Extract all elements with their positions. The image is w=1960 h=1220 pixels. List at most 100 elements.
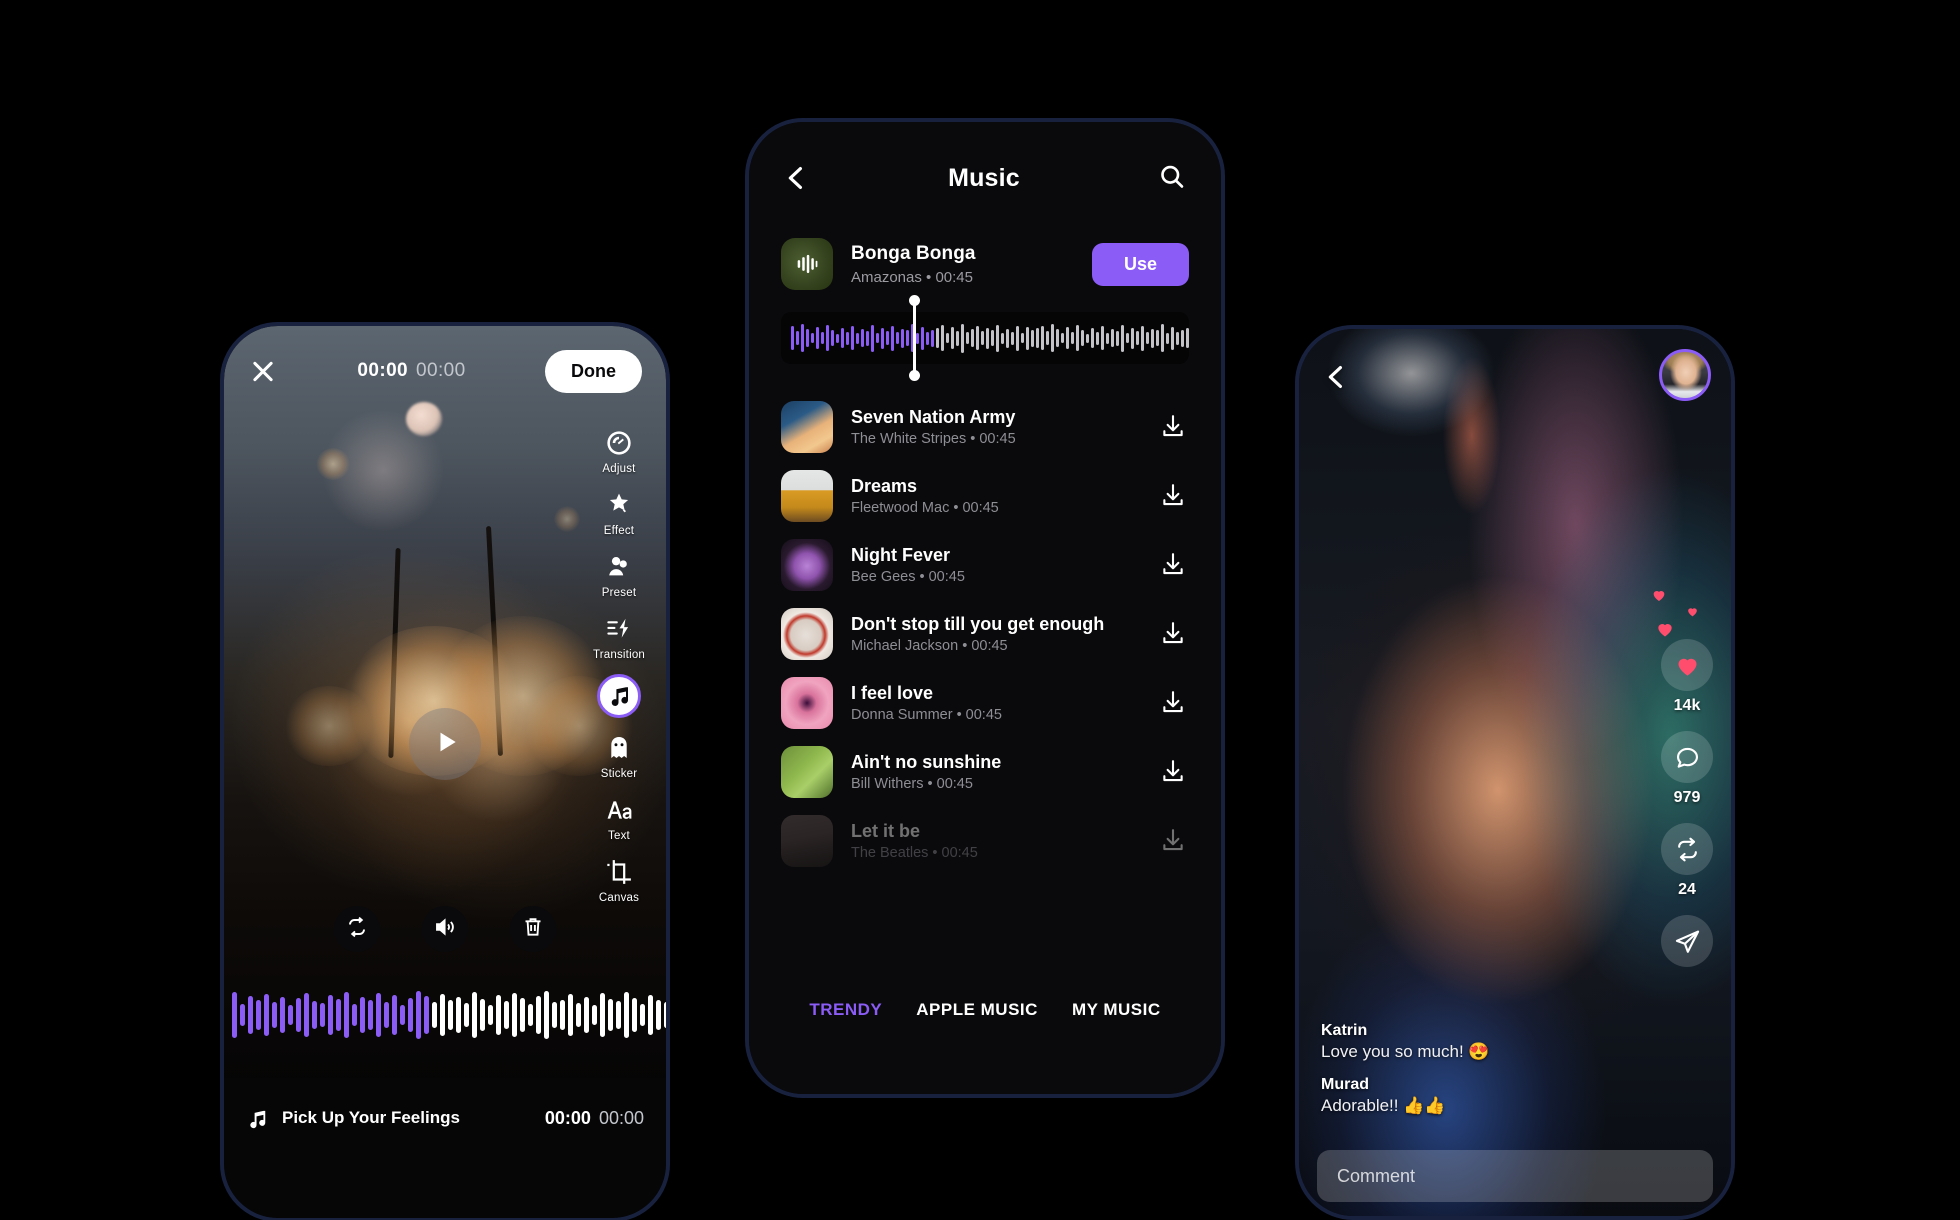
download-icon[interactable] <box>1159 481 1189 511</box>
album-art <box>781 814 833 867</box>
tool-transition[interactable]: Transition <box>593 612 645 661</box>
trim-waveform-bar <box>886 331 889 345</box>
trim-waveform-bar <box>1076 325 1079 351</box>
trim-waveform-bar <box>971 329 974 347</box>
download-icon[interactable] <box>1159 826 1189 856</box>
waveform-bar <box>424 996 429 1034</box>
repost-loop-icon <box>1661 823 1713 875</box>
tab-apple-music[interactable]: APPLE MUSIC <box>916 1000 1038 1020</box>
song-meta: Night Fever Bee Gees • 00:45 <box>851 545 1141 585</box>
play-icon <box>430 729 460 760</box>
audio-waveform-strip[interactable] <box>224 976 666 1054</box>
song-meta: Dreams Fleetwood Mac • 00:45 <box>851 476 1141 516</box>
repost-button[interactable]: 24 <box>1661 823 1713 899</box>
transition-lightning-icon <box>602 612 636 646</box>
trim-waveform-bar <box>946 333 949 343</box>
use-button[interactable]: Use <box>1091 242 1189 286</box>
song-row[interactable]: Seven Nation Army The White Stripes • 00:… <box>781 392 1189 461</box>
ghost-sticker-icon <box>602 731 636 765</box>
song-subtitle: Bill Withers • 00:45 <box>851 775 973 792</box>
tool-canvas[interactable]: Canvas <box>599 855 639 904</box>
song-row[interactable]: Dreams Fleetwood Mac • 00:45 <box>781 461 1189 530</box>
screenshot-stage: 00:00 00:00 Done Adjust Effect Preset Tr… <box>0 0 1960 1220</box>
done-button[interactable]: Done <box>545 349 642 393</box>
song-row[interactable]: Let it be The Beatles • 00:45 <box>781 806 1189 875</box>
selected-track-row[interactable]: Bonga Bonga Amazonas • 00:45 Use <box>749 234 1221 290</box>
waveform-bar <box>480 999 485 1031</box>
waveform-bar <box>400 1005 405 1025</box>
search-icon[interactable] <box>1157 162 1189 194</box>
song-meta: I feel love Donna Summer • 00:45 <box>851 683 1141 723</box>
waveform-bar <box>632 998 637 1032</box>
waveform-bar <box>592 1005 597 1025</box>
trim-waveform-bar <box>1091 328 1094 348</box>
tool-label: Sticker <box>600 768 638 780</box>
comment-input[interactable] <box>1337 1165 1693 1187</box>
comment-text: Adorable!! 👍👍 <box>1321 1096 1446 1115</box>
trim-waveform-bar <box>836 333 839 343</box>
song-row[interactable]: I feel love Donna Summer • 00:45 <box>781 668 1189 737</box>
play-button[interactable] <box>409 708 481 780</box>
tool-effect[interactable]: Effect <box>602 488 636 537</box>
loop-button[interactable] <box>334 906 380 952</box>
tool-sticker[interactable]: Sticker <box>601 731 638 780</box>
download-icon[interactable] <box>1159 757 1189 787</box>
trim-waveform-bar <box>1021 333 1024 343</box>
tab-trendy[interactable]: TRENDY <box>809 1000 882 1020</box>
download-icon[interactable] <box>1159 550 1189 580</box>
tool-text[interactable]: Text <box>602 793 636 842</box>
tool-label: Transition <box>592 649 646 661</box>
song-row[interactable]: Don't stop till you get enough Michael Ja… <box>781 599 1189 668</box>
comment-button[interactable]: 979 <box>1661 731 1713 807</box>
tool-preset[interactable]: Preset <box>602 550 636 599</box>
waveform-bar <box>616 1001 621 1029</box>
download-icon[interactable] <box>1159 619 1189 649</box>
waveform-bar <box>568 994 573 1036</box>
trim-waveform-bar <box>1181 329 1184 347</box>
now-playing-bar: Pick Up Your Feelings 00:00 00:00 <box>224 1078 666 1218</box>
comment-bar[interactable] <box>1317 1150 1713 1202</box>
tool-label: Preset <box>601 587 637 599</box>
delete-button[interactable] <box>510 906 556 952</box>
chevron-left-icon[interactable] <box>781 163 811 193</box>
selected-track-subtitle: Amazonas • 00:45 <box>851 268 973 286</box>
tool-music[interactable] <box>597 674 641 718</box>
avatar[interactable] <box>1659 349 1711 401</box>
waveform-bar <box>472 992 477 1038</box>
album-art <box>781 469 833 522</box>
waveform-bar <box>352 1004 357 1026</box>
download-icon[interactable] <box>1159 688 1189 718</box>
tab-my-music[interactable]: MY MUSIC <box>1072 1000 1161 1020</box>
magic-wand-star-icon <box>602 488 636 522</box>
trim-waveform-bar <box>856 332 859 344</box>
heart-icon <box>1661 639 1713 691</box>
song-subtitle: Bee Gees • 00:45 <box>851 568 965 585</box>
close-icon[interactable] <box>248 356 278 386</box>
song-row[interactable]: Ain't no sunshine Bill Withers • 00:45 <box>781 737 1189 806</box>
trim-waveform-bar <box>1026 326 1029 350</box>
trim-waveform-bar <box>881 327 884 349</box>
trim-waveform-bar <box>1176 331 1179 345</box>
waveform-bar <box>520 998 525 1032</box>
comment-text: Love you so much! 😍 <box>1321 1042 1490 1061</box>
trim-waveform-bar <box>831 330 834 346</box>
waveform-bar <box>240 1004 245 1026</box>
trim-handle[interactable] <box>909 295 920 381</box>
music-screen: Music Bonga Bonga Amazonas • 00:45 Use S… <box>749 122 1221 1094</box>
waveform-trimmer[interactable] <box>781 295 1189 381</box>
download-icon[interactable] <box>1159 412 1189 442</box>
waveform-bar <box>280 997 285 1033</box>
tool-adjust[interactable]: Adjust <box>602 426 636 475</box>
share-button[interactable] <box>1661 915 1713 967</box>
waveform-bar <box>312 1001 317 1029</box>
tool-label: Adjust <box>602 463 636 475</box>
volume-button[interactable] <box>422 906 468 952</box>
chevron-left-icon[interactable] <box>1321 362 1351 392</box>
phone-music-picker: Music Bonga Bonga Amazonas • 00:45 Use S… <box>745 118 1225 1098</box>
song-row[interactable]: Night Fever Bee Gees • 00:45 <box>781 530 1189 599</box>
waveform-bar <box>576 1003 581 1027</box>
trim-waveform-bar <box>1081 330 1084 346</box>
trim-waveform-bar <box>796 331 799 345</box>
like-button[interactable]: 14k <box>1661 639 1713 715</box>
waveform-bar <box>304 993 309 1037</box>
